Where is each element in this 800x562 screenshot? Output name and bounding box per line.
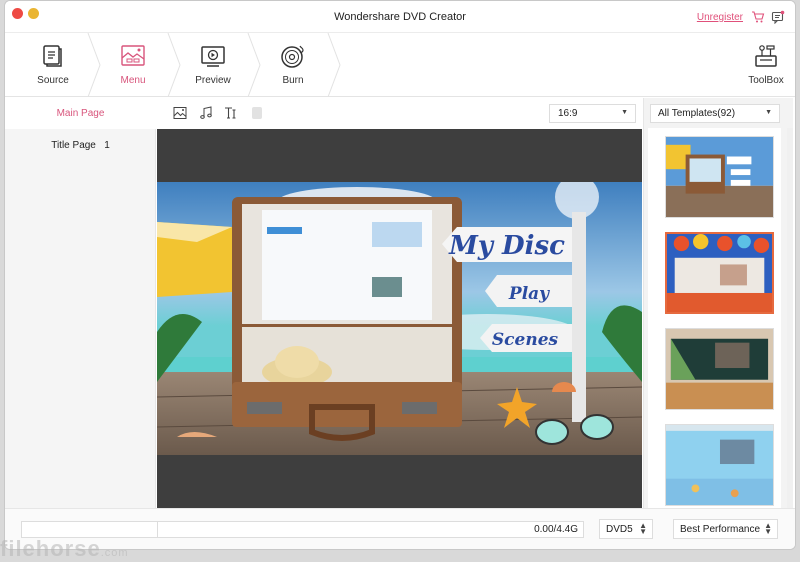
toolbox-icon: [755, 45, 777, 67]
step-preview[interactable]: Preview: [173, 33, 253, 97]
template-thumbnail[interactable]: [665, 328, 774, 410]
quality-select[interactable]: Best Performance ▲ ▼: [673, 519, 778, 539]
music-icon[interactable]: [199, 106, 213, 120]
aspect-ratio-value: 16:9: [558, 108, 578, 119]
menu-canvas: My Disc Play Scenes: [157, 129, 642, 508]
step-label: Source: [37, 75, 69, 86]
unregister-link[interactable]: Unregister: [697, 12, 743, 23]
chapter-icon[interactable]: [250, 106, 264, 120]
template-filter-select[interactable]: All Templates(92) ▼: [650, 104, 780, 123]
page-list-panel: Main Page Title Page 1: [5, 98, 156, 508]
menu-image-icon: [121, 45, 145, 66]
source-icon: [43, 45, 62, 67]
template-thumbnail[interactable]: [665, 232, 774, 314]
title-page-label: Title Page: [51, 140, 96, 151]
step-separator: [327, 33, 341, 97]
cart-icon[interactable]: [751, 10, 765, 24]
background-image-icon[interactable]: [173, 106, 187, 120]
menu-play-button[interactable]: Play: [508, 284, 550, 304]
workflow-steps: Source Menu Preview Burn ToolBox: [5, 33, 795, 97]
app-title: Wondershare DVD Creator: [334, 11, 466, 23]
feedback-icon[interactable]: [771, 10, 785, 24]
template-thumbnail[interactable]: [665, 424, 774, 506]
step-label: Menu: [120, 75, 146, 86]
toolbox-label: ToolBox: [748, 75, 784, 86]
quality-value: Best Performance: [680, 524, 761, 535]
menu-scenes-button[interactable]: Scenes: [492, 330, 559, 350]
preview-play-icon: [201, 46, 225, 67]
disc-type-value: DVD5: [606, 524, 633, 535]
step-source[interactable]: Source: [13, 33, 93, 97]
template-filter-value: All Templates(92): [658, 108, 736, 119]
aspect-ratio-select[interactable]: 16:9 ▼: [549, 104, 636, 123]
app-window: Wondershare DVD Creator Unregister Sourc…: [4, 0, 796, 550]
title-page-item[interactable]: Title Page 1: [5, 129, 156, 163]
watermark-suffix: .com: [100, 547, 129, 559]
template-scrollbar[interactable]: [787, 128, 793, 508]
capacity-divider: [157, 522, 158, 537]
editor-toolbar: 16:9 ▼: [157, 98, 642, 129]
step-burn[interactable]: Burn: [253, 33, 333, 97]
dropdown-caret-icon: ▼: [621, 109, 628, 116]
title-bar: Wondershare DVD Creator Unregister: [5, 1, 795, 33]
step-label: Burn: [282, 75, 304, 86]
watermark: filehorse.com: [0, 536, 129, 562]
menu-title-text: My Disc: [448, 231, 565, 261]
title-page-count: 1: [104, 140, 110, 151]
dropdown-caret-icon: ▼: [765, 109, 772, 116]
stepper-arrows-icon: ▲ ▼: [764, 521, 772, 536]
step-menu[interactable]: Menu: [93, 33, 173, 97]
main-page-tab[interactable]: Main Page: [5, 98, 156, 129]
text-icon[interactable]: [224, 106, 238, 120]
template-thumbnail[interactable]: [665, 136, 774, 218]
watermark-text: filehorse: [0, 536, 101, 561]
disc-type-select[interactable]: DVD5 ▲ ▼: [599, 519, 653, 539]
capacity-text: 0.00/4.4G: [534, 524, 578, 535]
step-label: Preview: [195, 75, 231, 86]
stepper-arrows-icon: ▲ ▼: [639, 521, 647, 536]
template-panel: All Templates(92) ▼: [643, 98, 793, 508]
template-list: [648, 128, 781, 508]
menu-preview-image[interactable]: My Disc Play Scenes: [157, 182, 642, 455]
toolbox-button[interactable]: ToolBox: [741, 33, 791, 97]
burn-disc-icon: [281, 45, 304, 68]
